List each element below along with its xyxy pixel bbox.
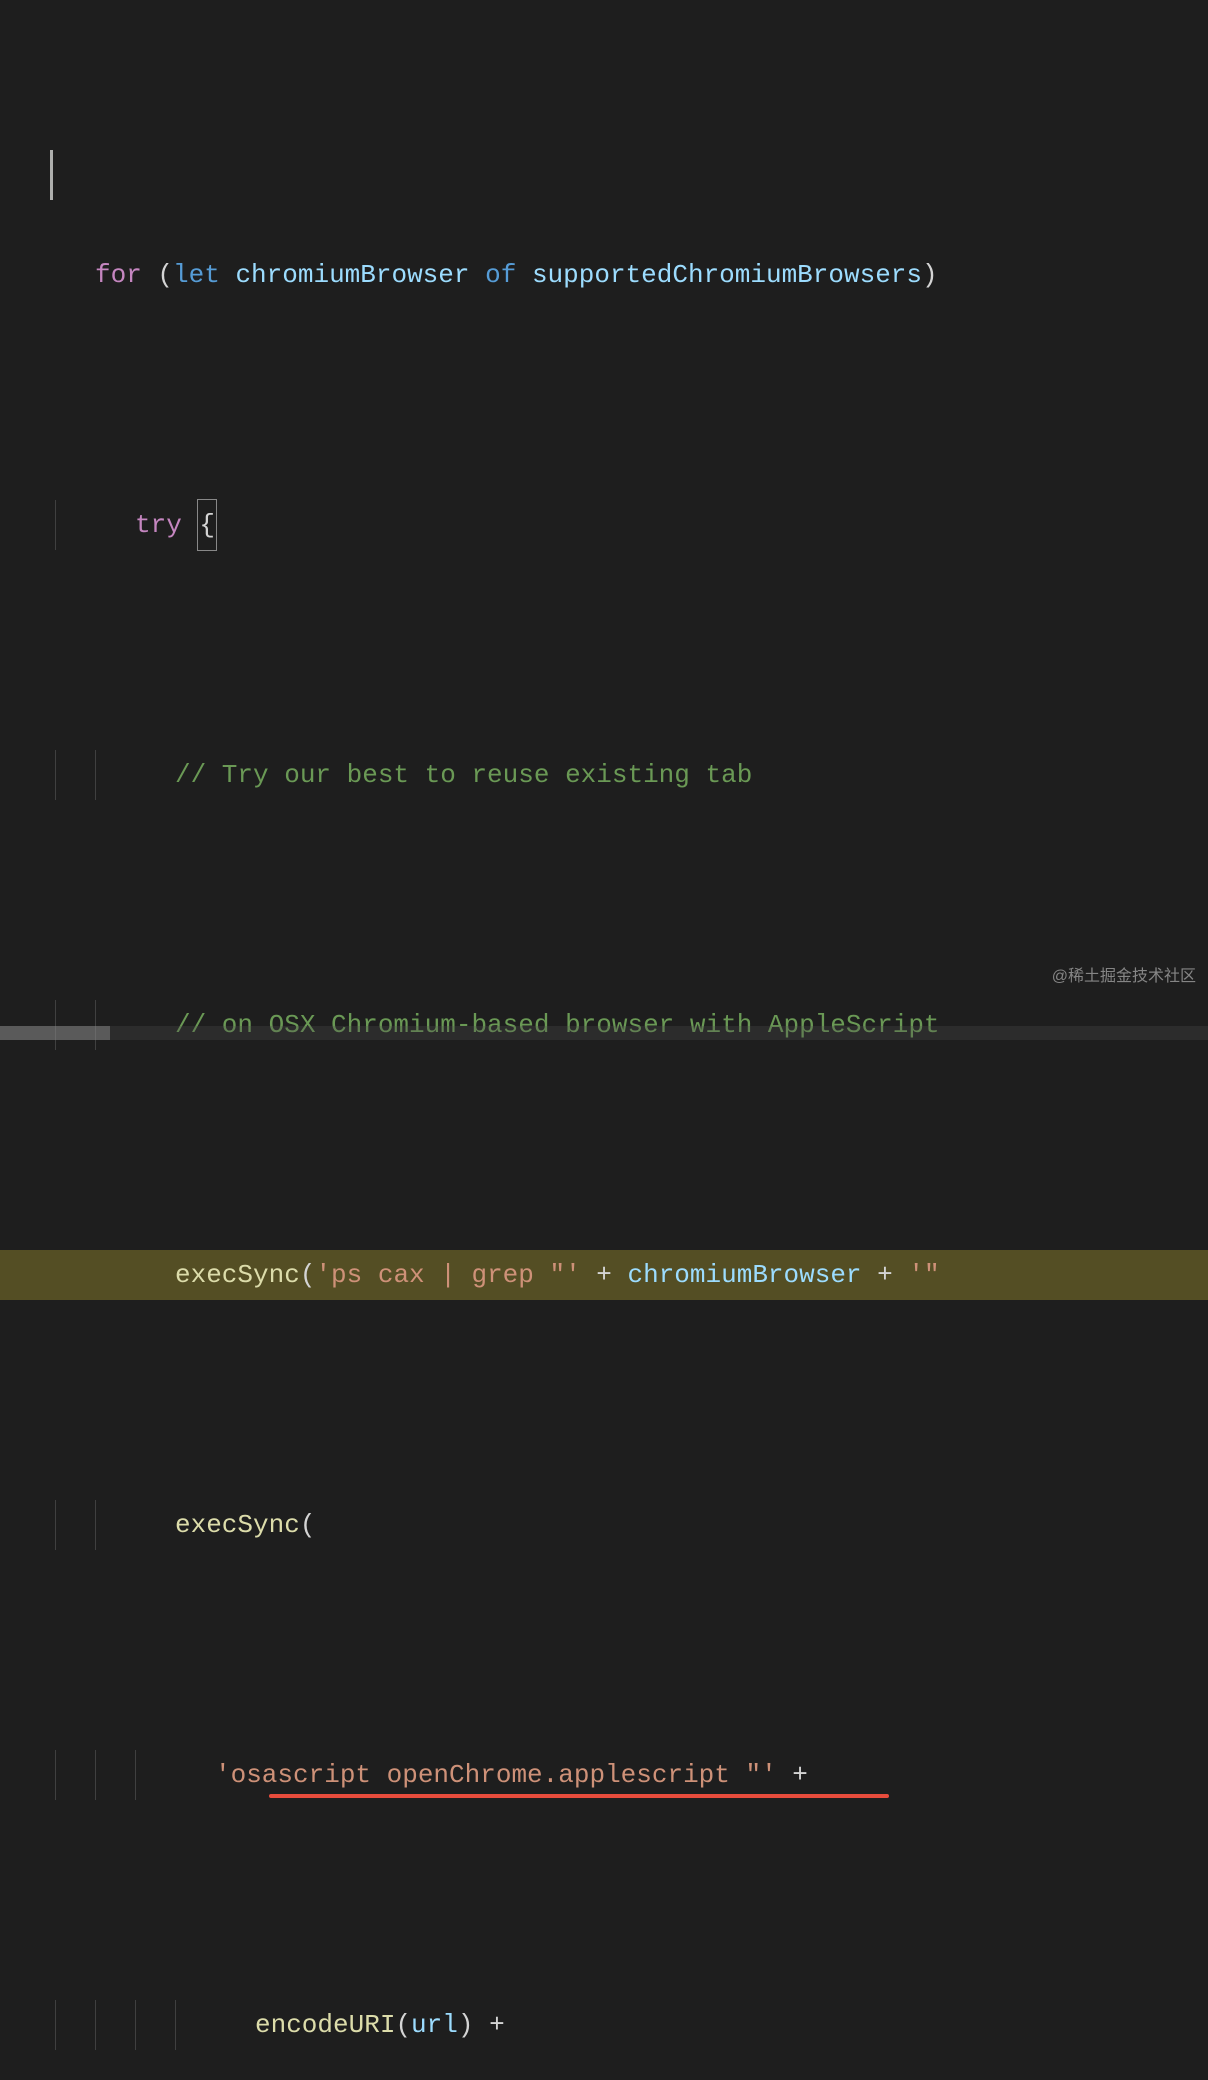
variable: chromiumBrowser [628, 1250, 862, 1300]
horizontal-scrollbar[interactable] [0, 1026, 1208, 1040]
function-call: execSync [175, 1500, 300, 1550]
watermark-text: @稀土掘金技术社区 [1052, 962, 1196, 986]
string: 'ps cax | grep "' [315, 1250, 580, 1300]
annotation-underline [269, 1794, 889, 1798]
variable: supportedChromiumBrowsers [532, 250, 922, 300]
variable: url [411, 2000, 458, 2050]
code-line-current[interactable]: execSync('ps cax | grep "' + chromiumBro… [0, 1250, 1208, 1300]
code-line[interactable]: 'osascript openChrome.applescript "' + [55, 1750, 1208, 1800]
keyword-of: of [485, 250, 516, 300]
function-call: encodeURI [255, 2000, 395, 2050]
brace-open: { [197, 499, 217, 551]
string: 'osascript openChrome.applescript "' [215, 1750, 777, 1800]
code-line[interactable]: for (let chromiumBrowser of supportedChr… [55, 250, 1208, 300]
comment: // Try our best to reuse existing tab [175, 750, 752, 800]
code-editor[interactable]: for (let chromiumBrowser of supportedChr… [0, 0, 1208, 2080]
string: '" [908, 1250, 939, 1300]
scrollbar-thumb[interactable] [0, 1026, 110, 1040]
code-line[interactable]: encodeURI(url) + [55, 2000, 1208, 2050]
cursor-indicator [50, 150, 53, 200]
variable: chromiumBrowser [235, 250, 469, 300]
function-call: execSync [175, 1250, 300, 1300]
code-line[interactable]: try { [55, 500, 1208, 550]
keyword-for: for [95, 250, 142, 300]
code-line[interactable]: // on OSX Chromium-based browser with Ap… [55, 1000, 1208, 1050]
comment: // on OSX Chromium-based browser with Ap… [175, 1000, 940, 1050]
keyword-try: try [135, 500, 182, 550]
code-line[interactable]: execSync( [55, 1500, 1208, 1550]
code-line[interactable]: // Try our best to reuse existing tab [55, 750, 1208, 800]
keyword-let: let [173, 250, 220, 300]
